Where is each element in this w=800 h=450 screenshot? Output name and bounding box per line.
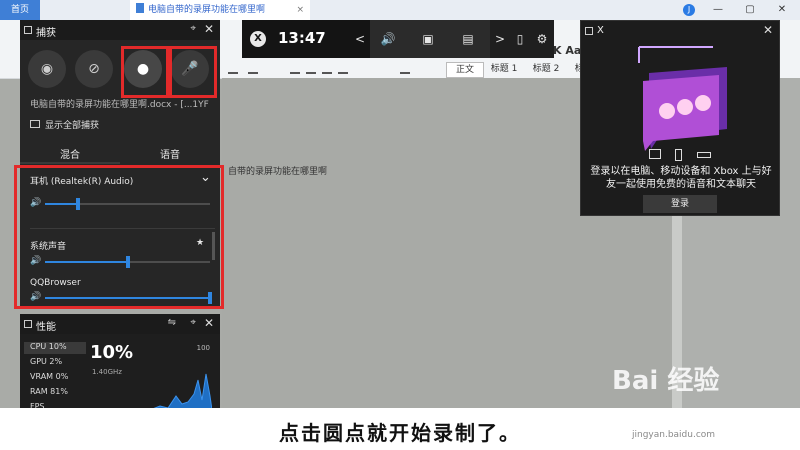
performance-widget: 性能 ⇋ ⌖ ✕ CPU 10% GPU 2% VRAM 0% RAM 81% … — [20, 314, 220, 411]
pin-icon[interactable]: ⌖ — [190, 317, 196, 328]
baidu-watermark: Bai 经验 — [612, 366, 720, 396]
last-capture-file: 电脑自带的录屏功能在哪里啊.docx - [...1YF — [30, 100, 209, 110]
font-color-icon[interactable] — [248, 62, 258, 74]
capture-widget-header[interactable]: 捕获 ⌖ ✕ — [20, 20, 220, 40]
mobile-device-icon — [675, 149, 682, 161]
avatar[interactable]: J — [683, 4, 695, 16]
document-text[interactable]: 自带的录屏功能在哪里啊 — [228, 164, 327, 177]
game-bar: X 13:47 < 🔊 ▣ ▤ > ▯ ⚙ — [242, 20, 554, 58]
close-button[interactable]: ✕ — [770, 0, 794, 20]
justify-icon[interactable] — [338, 62, 348, 74]
font-size-toggle[interactable]: K Aa — [553, 44, 581, 57]
graph-max-label: 100 — [196, 344, 210, 352]
record-last-button[interactable]: ⊘ — [75, 50, 113, 88]
shading-icon[interactable] — [400, 62, 410, 74]
social-title: X — [597, 25, 604, 36]
tab-close-icon[interactable]: × — [296, 0, 304, 20]
performance-widget-header[interactable]: 性能 ⇋ ⌖ ✕ — [20, 314, 220, 334]
xbox-logo-icon[interactable]: X — [250, 31, 266, 47]
align-center-icon[interactable] — [306, 62, 316, 74]
perf-row-cpu[interactable]: CPU 10% — [24, 342, 86, 354]
align-right-icon[interactable] — [322, 62, 332, 74]
screenshot-button[interactable]: ◉ — [28, 50, 66, 88]
style-normal[interactable]: 正文 — [446, 62, 484, 78]
social-sign-in-message: 登录以在电脑、移动设备和 Xbox 上与好友一起使用免费的语音和文本聊天 — [590, 166, 772, 190]
mouse-lock-icon[interactable]: ▯ — [512, 32, 528, 46]
audio-highlight — [14, 165, 224, 309]
sign-in-button[interactable]: 登录 — [643, 195, 717, 213]
close-icon[interactable]: ✕ — [204, 316, 214, 330]
home-tab[interactable]: 首页 — [0, 0, 40, 20]
watermark-url: jingyan.baidu.com — [632, 430, 716, 440]
tab-voice[interactable]: 语音 — [160, 146, 180, 161]
highlight-icon[interactable] — [228, 62, 238, 74]
settings-gear-icon[interactable]: ⚙ — [534, 32, 550, 46]
mic-highlight — [169, 46, 217, 98]
perf-row-vram[interactable]: VRAM 0% — [30, 372, 68, 381]
cpu-usage-value: 10% — [90, 342, 134, 363]
social-header-icon — [585, 27, 593, 35]
gallery-icon — [30, 120, 40, 128]
pc-device-icon — [649, 149, 661, 159]
clock: 13:47 — [278, 29, 326, 47]
xbox-social-widget: X ✕ 登录以在电脑、移动设备和 Xbox 上与好友一起使用免费的语音和文本聊天… — [580, 20, 780, 216]
cpu-usage-graph — [90, 373, 212, 410]
performance-title: 性能 — [36, 322, 56, 333]
chevron-right-icon[interactable]: > — [492, 32, 508, 46]
doc-titlebar: 首页 电脑自带的录屏功能在哪里啊 × J — ▢ ✕ — [0, 0, 800, 20]
audio-widget-icon[interactable]: 🔊 — [380, 32, 396, 46]
widget-launcher: 🔊 ▣ ▤ — [370, 20, 490, 58]
document-icon — [136, 3, 144, 13]
social-widget-header[interactable]: X ✕ — [581, 21, 779, 41]
document-tab-label: 电脑自带的录屏功能在哪里啊 — [148, 5, 266, 15]
performance-header-icon — [24, 320, 32, 328]
document-tab[interactable]: 电脑自带的录屏功能在哪里啊 × — [130, 0, 310, 20]
caption-bar: 点击圆点就开始录制了。 — [0, 408, 800, 450]
pin-icon[interactable]: ⌖ — [190, 23, 196, 34]
chat-bubble-illustration — [638, 46, 727, 151]
tab-mix[interactable]: 混合 — [60, 146, 80, 161]
capture-header-icon — [24, 26, 32, 34]
perf-row-gpu[interactable]: GPU 2% — [30, 357, 62, 366]
close-icon[interactable]: ✕ — [763, 23, 773, 37]
tab-mix-indicator — [20, 162, 120, 164]
chevron-left-icon[interactable]: < — [352, 32, 368, 46]
capture-widget-icon[interactable]: ▣ — [420, 32, 436, 46]
style-heading-2[interactable]: 标题 2 — [528, 62, 564, 76]
show-all-captures-link[interactable]: 显示全部捕获 — [30, 118, 99, 131]
game-bar-home: X 13:47 — [242, 20, 370, 58]
performance-options-icon[interactable]: ⇋ — [168, 317, 176, 328]
style-heading-1[interactable]: 标题 1 — [486, 62, 522, 76]
show-all-captures-label: 显示全部捕获 — [45, 121, 100, 131]
maximize-button[interactable]: ▢ — [738, 0, 762, 20]
record-highlight — [121, 46, 169, 98]
minimize-button[interactable]: — — [706, 0, 730, 20]
close-icon[interactable]: ✕ — [204, 22, 214, 36]
xbox-console-icon — [697, 152, 711, 158]
capture-title: 捕获 — [36, 28, 56, 39]
align-left-icon[interactable] — [290, 62, 300, 74]
performance-widget-icon[interactable]: ▤ — [460, 32, 476, 46]
perf-row-ram[interactable]: RAM 81% — [30, 387, 68, 396]
